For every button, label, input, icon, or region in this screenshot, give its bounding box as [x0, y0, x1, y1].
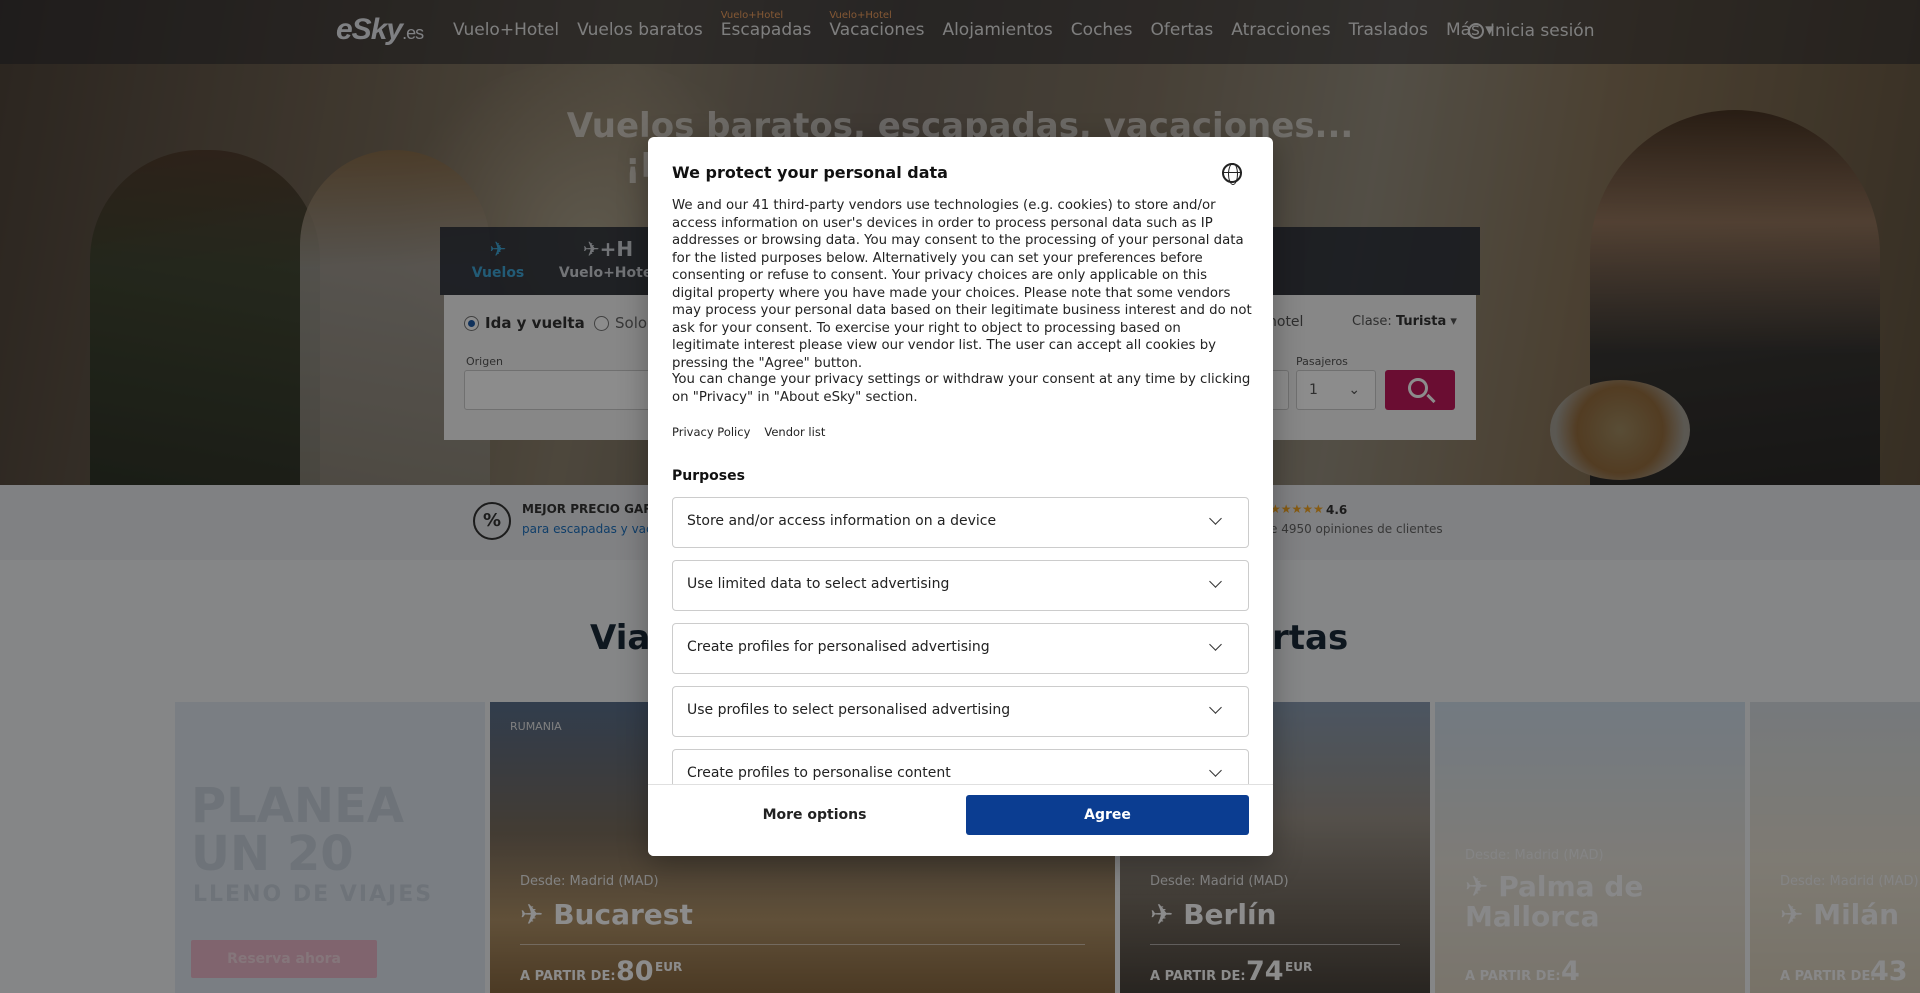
consent-dialog-body[interactable]: We protect your personal data We and our…: [648, 137, 1273, 784]
language-globe-icon[interactable]: [1222, 163, 1242, 185]
purposes-heading: Purposes: [672, 468, 745, 484]
purpose-limited-data-ads[interactable]: Use limited data to select advertising: [672, 560, 1249, 611]
consent-title: We protect your personal data: [672, 163, 948, 182]
vendor-list-link[interactable]: Vendor list: [764, 425, 825, 439]
purpose-use-profiles-ads[interactable]: Use profiles to select personalised adve…: [672, 686, 1249, 737]
chevron-down-icon: [1209, 701, 1222, 714]
more-options-button[interactable]: More options: [672, 795, 957, 835]
purpose-profiles-ads[interactable]: Create profiles for personalised adverti…: [672, 623, 1249, 674]
consent-dialog: We protect your personal data We and our…: [648, 137, 1273, 856]
consent-description: We and our 41 third-party vendors use te…: [672, 198, 1252, 371]
purpose-profiles-content[interactable]: Create profiles to personalise content: [672, 749, 1249, 784]
chevron-down-icon: [1209, 512, 1222, 525]
purpose-store-access[interactable]: Store and/or access information on a dev…: [672, 497, 1249, 548]
chevron-down-icon: [1209, 575, 1222, 588]
chevron-down-icon: [1209, 638, 1222, 651]
consent-description-2: You can change your privacy settings or …: [672, 372, 1251, 405]
chevron-down-icon: [1209, 764, 1222, 777]
privacy-policy-link[interactable]: Privacy Policy: [672, 425, 750, 439]
consent-footer: More options Agree: [648, 784, 1273, 856]
consent-links: Privacy Policy Vendor list: [672, 425, 825, 439]
agree-button[interactable]: Agree: [966, 795, 1249, 835]
